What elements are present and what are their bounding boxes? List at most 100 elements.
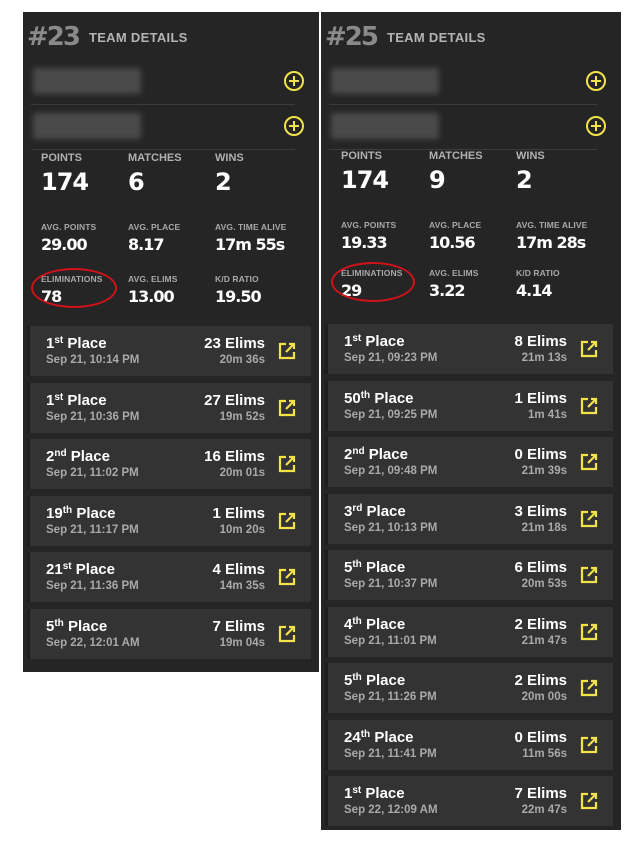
placement-number: 50 xyxy=(344,389,361,407)
placement-suffix: th xyxy=(360,389,371,401)
placement-word: Place xyxy=(67,617,108,635)
team-details-title: TEAM DETAILS xyxy=(88,29,188,45)
stat-label: MATCHES xyxy=(429,150,483,162)
external-link-icon[interactable] xyxy=(579,565,599,585)
match-date: Sep 21, 10:37 PM xyxy=(344,578,438,590)
match-row[interactable]: 5th Place Sep 21, 10:37 PM 6 Elims 20m 53s xyxy=(325,550,613,600)
match-date: Sep 21, 11:02 PM xyxy=(46,467,139,479)
stat-label: AVG. TIME ALIVE xyxy=(215,222,287,232)
match-row[interactable]: 2nd Place Sep 21, 11:02 PM 16 Elims 20m 01s xyxy=(27,439,311,489)
stat-eliminations: ELIMINATIONS 29 xyxy=(341,268,402,300)
placement-number: 24 xyxy=(344,728,361,746)
team-details-title: TEAM DETAILS xyxy=(386,29,486,45)
external-link-icon[interactable] xyxy=(579,622,599,642)
placement-word: Place xyxy=(67,391,107,409)
match-row[interactable]: 21st Place Sep 21, 11:36 PM 4 Elims 14m 35s xyxy=(27,552,311,602)
match-row[interactable]: 5th Place Sep 22, 12:01 AM 7 Elims 19m 04s xyxy=(27,608,311,659)
add-circle-icon[interactable] xyxy=(283,70,305,92)
add-circle-icon[interactable] xyxy=(585,70,607,92)
stat-label: WINS xyxy=(516,150,545,162)
match-date: Sep 21, 09:48 PM xyxy=(344,465,438,477)
match-placement: 50th Place xyxy=(344,390,414,407)
stat-value: 6 xyxy=(128,168,145,196)
external-link-icon[interactable] xyxy=(579,452,599,472)
external-link-icon[interactable] xyxy=(579,678,599,698)
stat-value: 17m 55s xyxy=(215,235,285,254)
match-date: Sep 21, 11:01 PM xyxy=(344,634,437,647)
external-link-icon[interactable] xyxy=(579,791,599,811)
match-row[interactable]: 2nd Place Sep 21, 09:48 PM 0 Elims 21m 39s xyxy=(325,437,613,487)
match-elims: 7 Elims xyxy=(212,617,265,635)
placement-word: Place xyxy=(365,615,406,633)
stat-points: POINTS 174 xyxy=(41,152,89,196)
player-name-blurred[interactable] xyxy=(33,68,141,94)
external-link-icon[interactable] xyxy=(277,398,297,418)
match-row[interactable]: 1st Place Sep 21, 10:36 PM 27 Elims 19m 52s xyxy=(27,382,311,433)
external-link-icon[interactable] xyxy=(277,567,297,587)
stat-value: 29 xyxy=(341,281,362,300)
placement-word: Place xyxy=(374,728,414,746)
match-date: Sep 21, 11:41 PM xyxy=(344,747,437,760)
stat-label: AVG. POINTS xyxy=(41,222,97,232)
match-placement: 1st Place xyxy=(344,785,405,802)
placement-suffix: rd xyxy=(352,502,363,514)
player-row xyxy=(329,105,606,150)
stat-avg-points: AVG. POINTS 29.00 xyxy=(41,222,96,254)
match-row[interactable]: 1st Place Sep 21, 09:23 PM 8 Elims 21m 13s xyxy=(325,324,613,374)
placement-suffix: st xyxy=(352,785,362,796)
match-row[interactable]: 24th Place Sep 21, 11:41 PM 0 Elims 11m 56s xyxy=(325,719,613,770)
team-header: #25 TEAM DETAILS xyxy=(325,22,486,52)
stat-label: AVG. PLACE xyxy=(429,220,482,230)
match-row[interactable]: 19th Place Sep 21, 11:17 PM 1 Elims 10m 20s xyxy=(27,495,311,546)
team-rank: #25 xyxy=(325,22,379,52)
stat-label: POINTS xyxy=(341,150,382,162)
stat-label: K/D RATIO xyxy=(215,274,259,284)
add-circle-icon[interactable] xyxy=(585,115,607,137)
stat-value: 17m 28s xyxy=(516,233,586,252)
placement-word: Place xyxy=(76,504,116,522)
external-link-icon[interactable] xyxy=(579,509,599,529)
placement-suffix: th xyxy=(352,672,362,683)
stat-label: AVG. ELIMS xyxy=(429,268,479,278)
stat-wins: WINS 2 xyxy=(516,150,545,194)
match-placement: 1st Place xyxy=(344,333,405,350)
player-name-blurred[interactable] xyxy=(331,113,439,139)
external-link-icon[interactable] xyxy=(277,341,297,361)
placement-number: 21 xyxy=(46,561,63,578)
external-link-icon[interactable] xyxy=(579,735,599,755)
stat-label: AVG. PLACE xyxy=(128,222,181,232)
match-row[interactable]: 5th Place Sep 21, 11:26 PM 2 Elims 20m 00s xyxy=(325,663,613,713)
match-time-alive: 20m 01s xyxy=(219,467,265,479)
external-link-icon[interactable] xyxy=(277,454,297,474)
match-elims: 27 Elims xyxy=(204,391,265,409)
match-row[interactable]: 3rd Place Sep 21, 10:13 PM 3 Elims 21m 18s xyxy=(325,493,613,544)
placement-suffix: st xyxy=(54,391,64,403)
placement-suffix: th xyxy=(352,615,362,627)
stat-label: POINTS xyxy=(41,152,82,164)
match-date: Sep 21, 09:23 PM xyxy=(344,352,438,364)
player-name-blurred[interactable] xyxy=(331,68,439,94)
match-elims: 6 Elims xyxy=(514,559,567,576)
external-link-icon[interactable] xyxy=(579,396,599,416)
external-link-icon[interactable] xyxy=(277,511,297,531)
match-row[interactable]: 1st Place Sep 21, 10:14 PM 23 Elims 20m 36s xyxy=(27,326,311,376)
stat-kd-ratio: K/D RATIO 4.14 xyxy=(516,268,560,300)
placement-suffix: nd xyxy=(352,446,365,457)
external-link-icon[interactable] xyxy=(579,339,599,359)
external-link-icon[interactable] xyxy=(277,624,297,644)
match-row[interactable]: 4th Place Sep 21, 11:01 PM 2 Elims 21m 47s xyxy=(325,606,613,657)
match-date: Sep 22, 12:01 AM xyxy=(46,636,140,649)
match-placement: 2nd Place xyxy=(46,448,110,465)
match-date: Sep 21, 10:13 PM xyxy=(344,521,438,534)
match-time-alive: 1m 41s xyxy=(527,408,567,421)
match-row[interactable]: 50th Place Sep 21, 09:25 PM 1 Elims 1m 41s xyxy=(325,380,613,431)
stat-wins: WINS 2 xyxy=(215,152,244,196)
stat-label: ELIMINATIONS xyxy=(41,274,103,284)
player-list xyxy=(31,60,304,150)
stat-value: 2 xyxy=(215,168,232,196)
player-name-blurred[interactable] xyxy=(33,113,141,139)
match-elims: 23 Elims xyxy=(204,335,265,352)
match-row[interactable]: 1st Place Sep 22, 12:09 AM 7 Elims 22m 47s xyxy=(325,776,613,826)
add-circle-icon[interactable] xyxy=(283,115,305,137)
stat-label: MATCHES xyxy=(128,152,182,164)
